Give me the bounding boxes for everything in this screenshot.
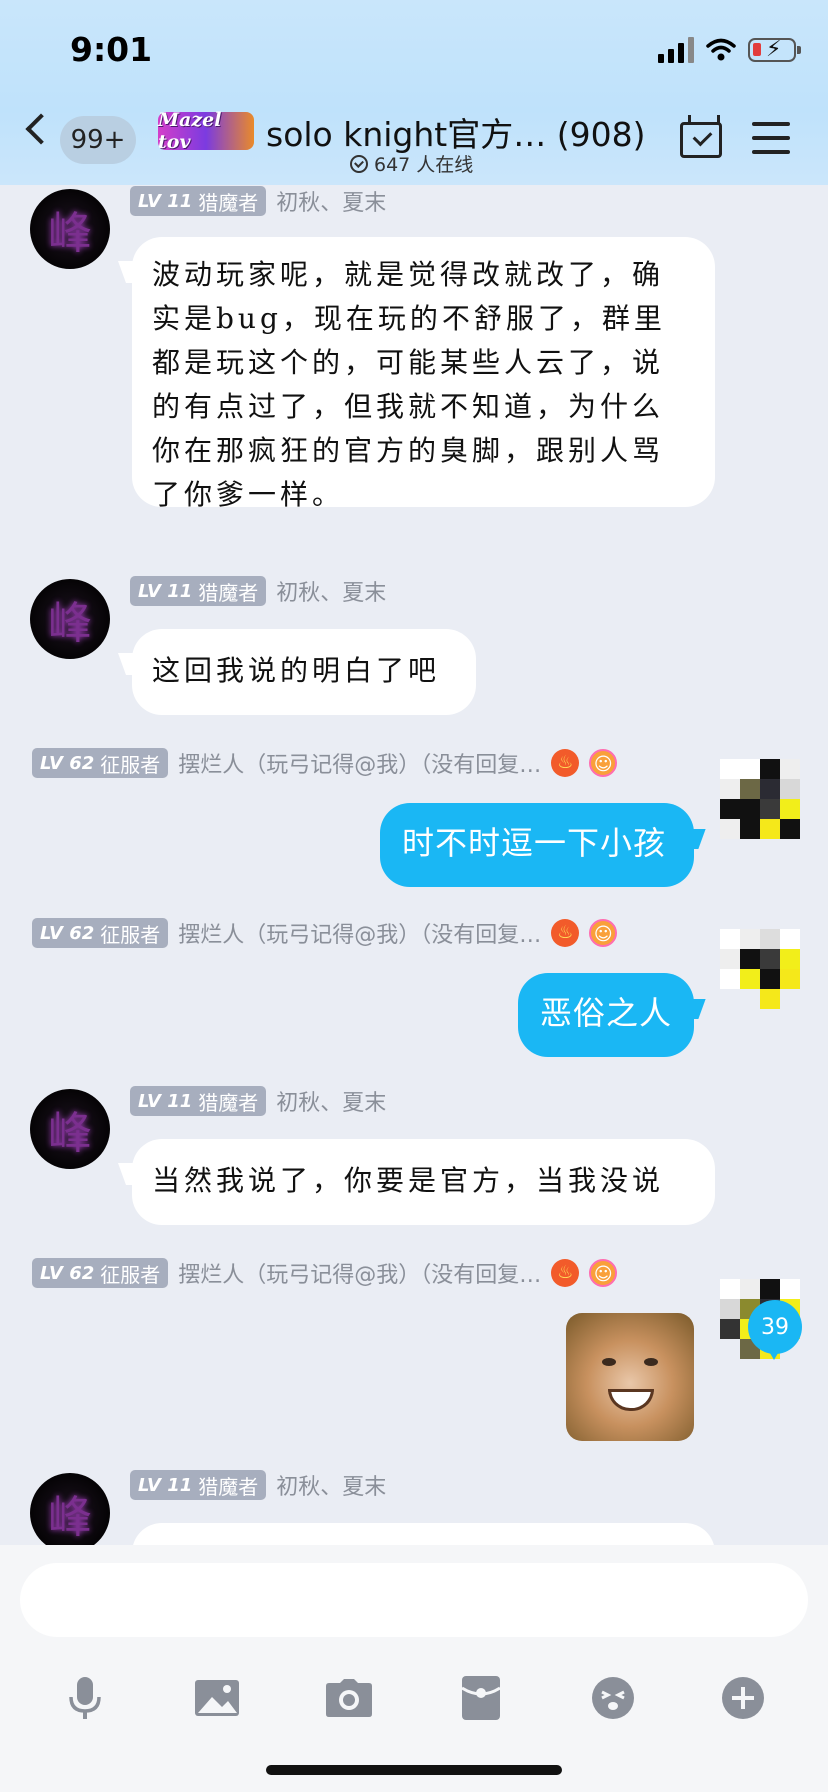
cellular-signal-icon xyxy=(658,37,694,63)
sender-name[interactable]: 摆烂人（玩弓记得@我）（没有回复… xyxy=(178,917,541,949)
level-badge: LV 62 征服者 xyxy=(32,748,169,778)
sender-name[interactable]: 初秋、夏末 xyxy=(276,185,386,217)
online-status: 647 人在线 xyxy=(350,150,473,177)
sender-name[interactable]: 摆烂人（玩弓记得@我）（没有回复… xyxy=(178,1257,541,1289)
message-bubble[interactable]: 波动玩家呢，就是觉得改就改了，确 实是bug，现在玩的不舒服了，群里 都是玩这个… xyxy=(132,237,715,511)
calendar-check-icon[interactable] xyxy=(680,115,722,158)
image-icon[interactable] xyxy=(192,1673,242,1723)
wifi-icon xyxy=(706,38,736,61)
avatar[interactable]: 峰 xyxy=(30,1473,110,1545)
level-badge: LV 11 猎魔者 xyxy=(130,1470,267,1500)
level-text: LV 62 xyxy=(40,1262,95,1284)
message-meta: LV 11 猎魔者 初秋、夏末 xyxy=(130,1085,386,1117)
sender-name[interactable]: 摆烂人（玩弓记得@我）（没有回复… xyxy=(178,747,541,779)
level-badge: LV 62 征服者 xyxy=(32,1258,169,1288)
message-bubble[interactable]: 当然我说了，你要是官方，当我没说 xyxy=(132,1139,715,1225)
level-badge: LV 11 猎魔者 xyxy=(130,576,267,606)
message-line: 恶俗之人 xyxy=(540,994,673,1032)
smile-badge-icon: ☺ xyxy=(589,919,618,947)
level-badge: LV 62 征服者 xyxy=(32,918,169,948)
message-bubble[interactable] xyxy=(132,1523,715,1545)
sender-name[interactable]: 初秋、夏末 xyxy=(276,575,386,607)
smile-badge-icon: ☺ xyxy=(589,1259,618,1287)
message-bubble[interactable]: 时不时逗一下小孩 xyxy=(380,803,694,887)
message-line: 的有点过了，但我就不知道，为什么 xyxy=(152,390,665,423)
message-bubble[interactable]: 恶俗之人 xyxy=(518,973,694,1057)
message-meta: LV 62 征服者 摆烂人（玩弓记得@我）（没有回复… ♨ ☺ xyxy=(32,917,618,949)
emoji-icon[interactable] xyxy=(588,1673,638,1723)
camera-icon[interactable] xyxy=(324,1673,374,1723)
image-message[interactable] xyxy=(566,1313,694,1441)
home-indicator xyxy=(266,1765,562,1775)
rank-title: 猎魔者 xyxy=(198,1090,259,1115)
message-input[interactable] xyxy=(20,1563,808,1637)
rank-title: 猎魔者 xyxy=(198,580,259,605)
avatar-glyph: 峰 xyxy=(48,208,92,259)
sender-name[interactable]: 初秋、夏末 xyxy=(276,1469,386,1501)
new-message-count-badge[interactable]: 39 xyxy=(748,1300,802,1354)
avatar[interactable]: 峰 xyxy=(30,579,110,659)
avatar-glyph: 峰 xyxy=(48,1492,92,1543)
rank-title: 征服者 xyxy=(100,752,161,777)
avatar-glyph: 峰 xyxy=(48,1108,92,1159)
message-line: 波动玩家呢，就是觉得改就改了，确 xyxy=(152,258,665,291)
avatar[interactable] xyxy=(720,929,800,1009)
online-count: 647 人在线 xyxy=(374,154,474,176)
online-check-icon xyxy=(350,154,368,173)
fire-badge-icon: ♨ xyxy=(551,1259,580,1287)
rank-title: 征服者 xyxy=(100,1262,161,1287)
avatar[interactable] xyxy=(720,759,800,839)
avatar-glyph: 峰 xyxy=(48,598,92,649)
message-list[interactable]: 峰 LV 11 猎魔者 初秋、夏末 波动玩家呢，就是觉得改就改了，确 实是bug… xyxy=(0,185,828,1545)
message-meta: LV 11 猎魔者 初秋、夏末 xyxy=(130,575,386,607)
avatar[interactable]: 峰 xyxy=(30,189,110,269)
top-bar: 9:01 ⚡ 99+ Mazel tov solo knight官方… (908… xyxy=(0,0,828,185)
message-meta: LV 62 征服者 摆烂人（玩弓记得@我）（没有回复… ♨ ☺ xyxy=(32,747,618,779)
level-text: LV 11 xyxy=(138,1474,193,1496)
fire-badge-icon: ♨ xyxy=(551,749,580,777)
group-title[interactable]: solo knight官方… (908) xyxy=(266,108,645,156)
rank-title: 猎魔者 xyxy=(198,190,259,215)
status-icons: ⚡ xyxy=(658,34,801,66)
plus-icon[interactable] xyxy=(718,1673,768,1723)
red-packet-icon[interactable] xyxy=(456,1673,506,1723)
message-meta: LV 11 猎魔者 初秋、夏末 xyxy=(130,1469,386,1501)
message-line: 当然我说了，你要是官方，当我没说 xyxy=(152,1164,665,1197)
level-badge: LV 11 猎魔者 xyxy=(130,1086,267,1116)
level-text: LV 11 xyxy=(138,190,193,212)
message-meta: LV 11 猎魔者 初秋、夏末 xyxy=(130,185,386,217)
back-icon[interactable] xyxy=(25,113,57,145)
smile-badge-icon: ☺ xyxy=(589,749,618,777)
level-text: LV 11 xyxy=(138,580,193,602)
sender-name[interactable]: 初秋、夏末 xyxy=(276,1085,386,1117)
message-line: 了你爹一样。 xyxy=(152,478,345,511)
message-line: 时不时逗一下小孩 xyxy=(402,824,667,862)
unread-count-badge[interactable]: 99+ xyxy=(60,116,136,164)
message-line: 这回我说的明白了吧 xyxy=(152,654,441,687)
level-text: LV 11 xyxy=(138,1090,193,1112)
status-time: 9:01 xyxy=(70,30,153,69)
level-text: LV 62 xyxy=(40,752,95,774)
avatar[interactable]: 峰 xyxy=(30,1089,110,1169)
microphone-icon[interactable] xyxy=(60,1673,110,1723)
battery-icon: ⚡ xyxy=(748,38,801,62)
group-logo: Mazel tov xyxy=(158,109,254,153)
message-line: 实是bug，现在玩的不舒服了，群里 xyxy=(152,302,666,335)
message-line: 都是玩这个的，可能某些人云了，说 xyxy=(152,346,665,379)
rank-title: 猎魔者 xyxy=(198,1474,259,1499)
message-line: 你在那疯狂的官方的臭脚，跟别人骂 xyxy=(152,434,665,467)
input-bar xyxy=(0,1545,828,1792)
message-meta: LV 62 征服者 摆烂人（玩弓记得@我）（没有回复… ♨ ☺ xyxy=(32,1257,618,1289)
input-toolbar xyxy=(0,1673,828,1733)
fire-badge-icon: ♨ xyxy=(551,919,580,947)
level-badge: LV 11 猎魔者 xyxy=(130,186,267,216)
level-text: LV 62 xyxy=(40,922,95,944)
menu-icon[interactable] xyxy=(752,122,790,154)
message-bubble[interactable]: 这回我说的明白了吧 xyxy=(132,629,476,715)
rank-title: 征服者 xyxy=(100,922,161,947)
